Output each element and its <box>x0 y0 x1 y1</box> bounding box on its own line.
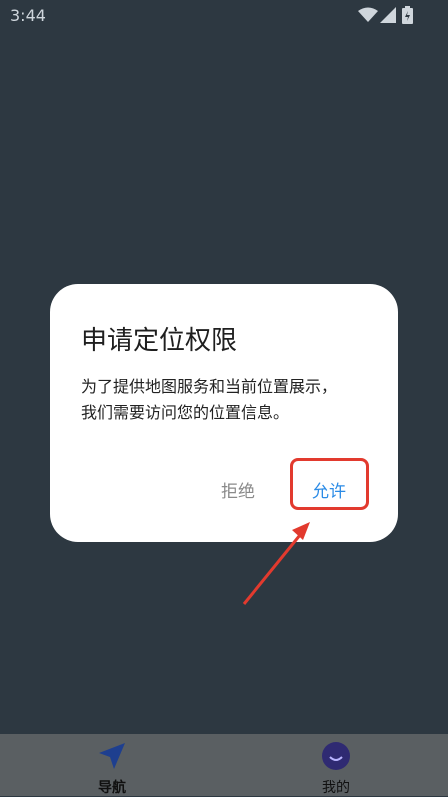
navigation-arrow-icon <box>99 743 125 769</box>
nav-item-me[interactable]: 我的 <box>224 734 448 796</box>
dialog-message-line: 我们需要访问您的位置信息。 <box>81 403 290 422</box>
location-permission-dialog: 申请定位权限 为了提供地图服务和当前位置展示， 我们需要访问您的位置信息。 拒绝… <box>50 284 398 542</box>
dialog-title: 申请定位权限 <box>81 326 238 356</box>
cell-signal-icon <box>380 7 396 23</box>
wifi-icon <box>358 7 378 22</box>
bottom-navigation: 导航 我的 <box>0 734 448 796</box>
nav-label-me: 我的 <box>322 780 350 796</box>
status-time: 3:44 <box>10 6 46 25</box>
deny-button[interactable]: 拒绝 <box>221 474 255 510</box>
nav-item-navigation[interactable]: 导航 <box>0 734 224 796</box>
dialog-message: 为了提供地图服务和当前位置展示， 我们需要访问您的位置信息。 <box>81 374 371 426</box>
avatar-icon <box>322 742 350 770</box>
allow-button[interactable]: 允许 <box>312 474 346 510</box>
dialog-message-line: 为了提供地图服务和当前位置展示， <box>81 377 338 396</box>
nav-label-navigation: 导航 <box>98 780 126 796</box>
battery-icon <box>402 6 413 24</box>
status-bar: 3:44 <box>0 0 448 32</box>
